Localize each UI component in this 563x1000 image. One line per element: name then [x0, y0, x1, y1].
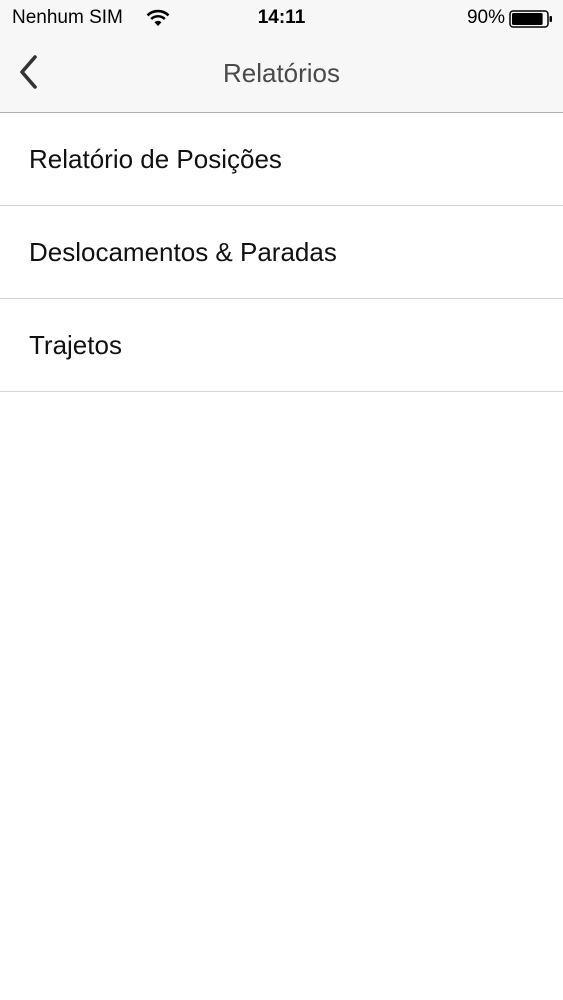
list-item-label: Relatório de Posições — [29, 143, 282, 174]
list-item-routes[interactable]: Trajetos — [0, 299, 563, 392]
list-item-label: Deslocamentos & Paradas — [29, 236, 337, 267]
list-item-trips-stops[interactable]: Deslocamentos & Paradas — [0, 206, 563, 299]
page-title: Relatórios — [222, 58, 341, 88]
list-item-label: Trajetos — [29, 329, 122, 360]
status-bar: Nenhum SIM 14:11 90% — [0, 0, 563, 38]
screen: Nenhum SIM 14:11 90% Relatórios Relatóri… — [0, 0, 563, 1000]
list-item-position-report[interactable]: Relatório de Posições — [0, 113, 563, 206]
battery-icon — [509, 10, 553, 28]
navigation-bar: Relatórios — [0, 38, 563, 113]
battery-percent: 90% — [466, 7, 505, 28]
reports-list: Relatório de Posições Deslocamentos & Pa… — [0, 113, 563, 392]
